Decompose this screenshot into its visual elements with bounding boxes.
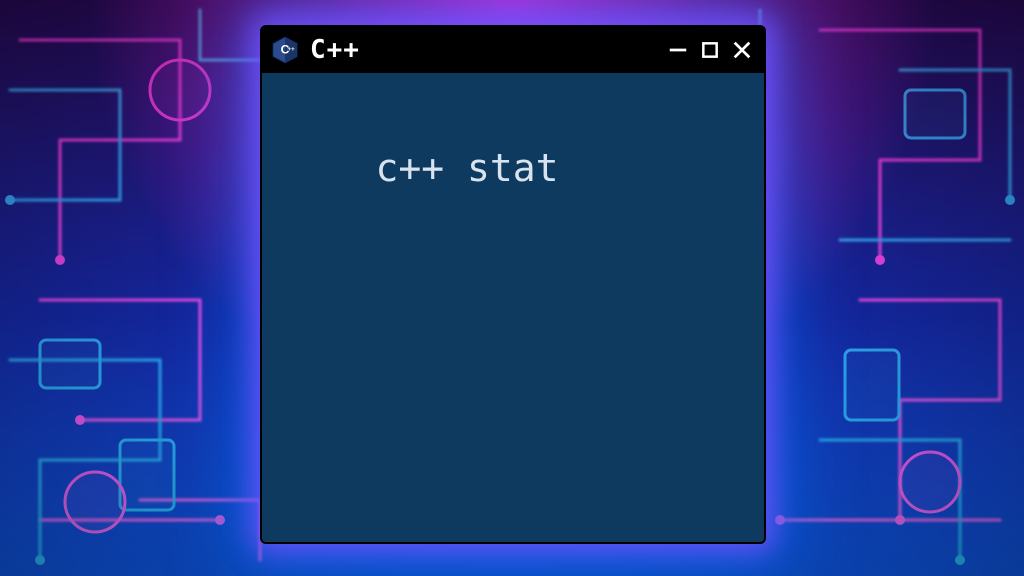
svg-text:++: ++ <box>288 45 296 52</box>
cpp-logo-icon: C ++ <box>270 35 300 65</box>
window-controls <box>666 38 754 62</box>
close-button[interactable] <box>730 38 754 62</box>
minimize-button[interactable] <box>666 38 690 62</box>
maximize-button[interactable] <box>698 38 722 62</box>
terminal-body[interactable]: c++ stat <box>262 73 764 542</box>
titlebar[interactable]: C ++ C++ <box>262 27 764 73</box>
terminal-content: c++ stat <box>376 146 559 190</box>
window-title: C++ <box>310 35 656 65</box>
terminal-window: C ++ C++ c++ stat <box>262 27 764 542</box>
